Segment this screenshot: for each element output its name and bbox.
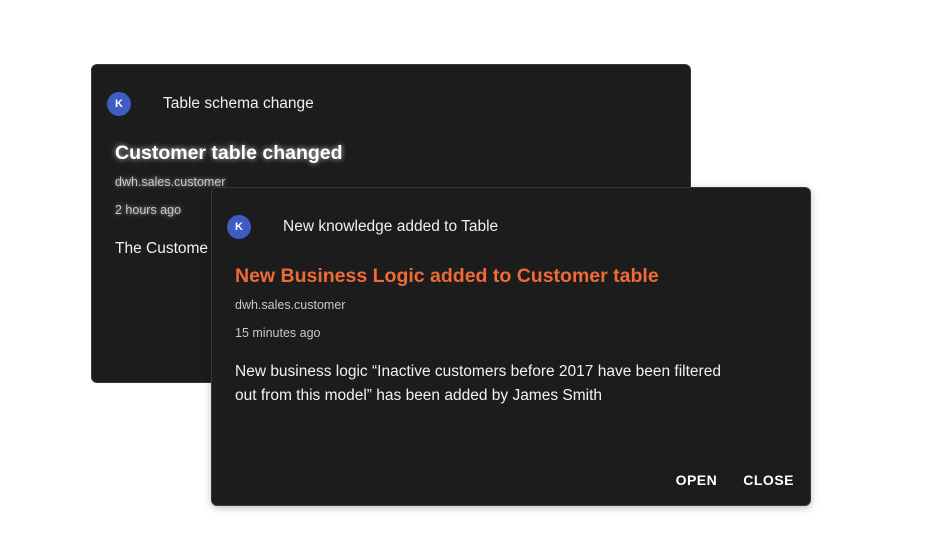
table-path: dwh.sales.customer — [235, 298, 346, 312]
avatar: K — [107, 92, 131, 116]
table-path: dwh.sales.customer — [115, 175, 226, 189]
notification-actions: OPEN CLOSE — [676, 471, 794, 489]
close-button[interactable]: CLOSE — [743, 471, 794, 489]
timestamp: 15 minutes ago — [235, 326, 321, 340]
open-button[interactable]: OPEN — [676, 471, 718, 489]
notification-body: New business logic “Inactive customers b… — [235, 363, 721, 404]
notification-source: Table schema change — [163, 95, 314, 112]
notification-source: New knowledge added to Table — [283, 218, 499, 235]
notification-title: New Business Logic added to Customer tab… — [235, 265, 659, 287]
notification-card-front[interactable]: K New knowledge added to Table New Busin… — [211, 187, 811, 506]
timestamp: 2 hours ago — [115, 203, 182, 217]
avatar: K — [227, 215, 251, 239]
notification-title: Customer table changed — [115, 142, 343, 164]
